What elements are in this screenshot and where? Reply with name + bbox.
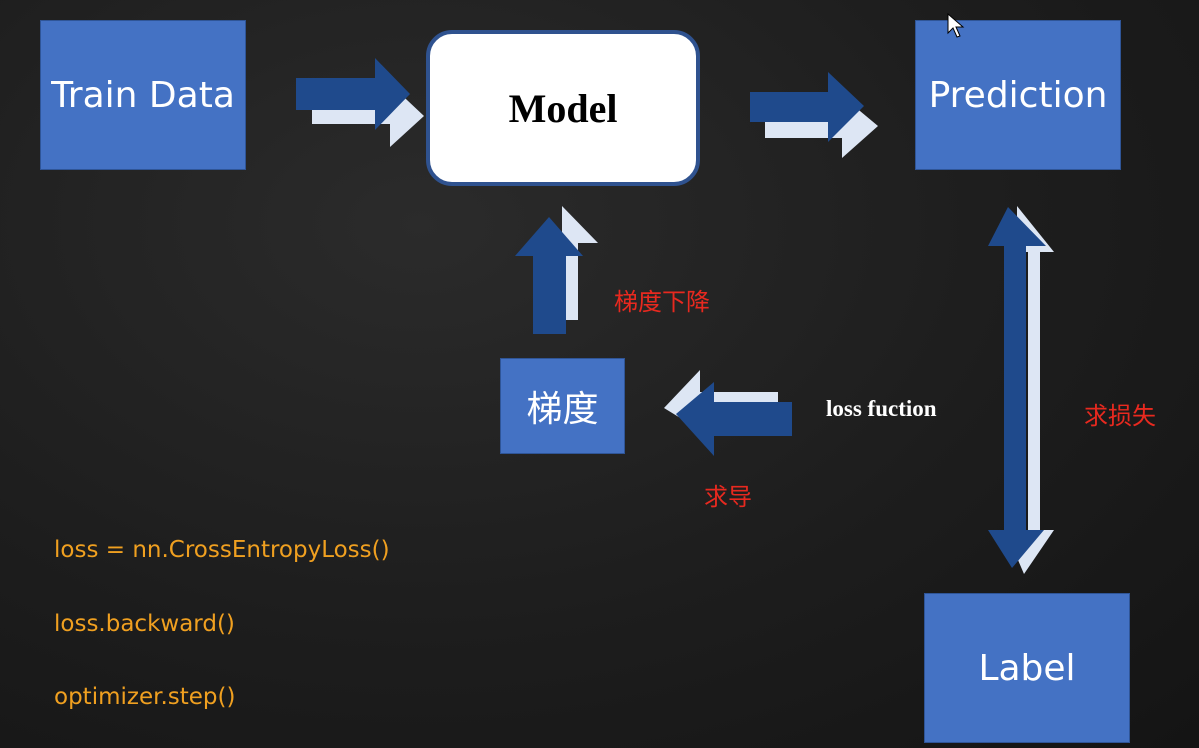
code-line-backward: loss.backward(): [54, 611, 235, 637]
double-arrow-vertical-icon: [988, 206, 1054, 574]
gradient-box: 梯度: [500, 358, 625, 454]
derivative-label: 求导: [704, 483, 752, 511]
model-box: Model: [426, 30, 700, 186]
arrow-right-icon: [750, 72, 878, 158]
train-data-label: Train Data: [51, 74, 235, 116]
gradient-descent-label: 梯度下降: [614, 288, 710, 316]
loss-function-label: loss fuction: [826, 396, 937, 421]
label-label: Label: [978, 647, 1076, 689]
arrow-right-icon: [296, 58, 424, 147]
code-line-loss-definition: loss = nn.CrossEntropyLoss(): [54, 537, 390, 563]
gradient-label: 梯度: [526, 389, 599, 430]
code-line-optimizer-step: optimizer.step(): [54, 684, 236, 710]
prediction-label: Prediction: [928, 74, 1108, 116]
label-box: Label: [924, 593, 1130, 743]
model-label: Model: [508, 85, 618, 131]
arrow-left-icon: [664, 370, 792, 456]
arrow-up-icon: [515, 206, 598, 334]
compute-loss-label: 求损失: [1084, 402, 1156, 430]
prediction-box: Prediction: [915, 20, 1121, 170]
train-data-box: Train Data: [40, 20, 246, 170]
mouse-cursor-icon: [947, 13, 965, 38]
